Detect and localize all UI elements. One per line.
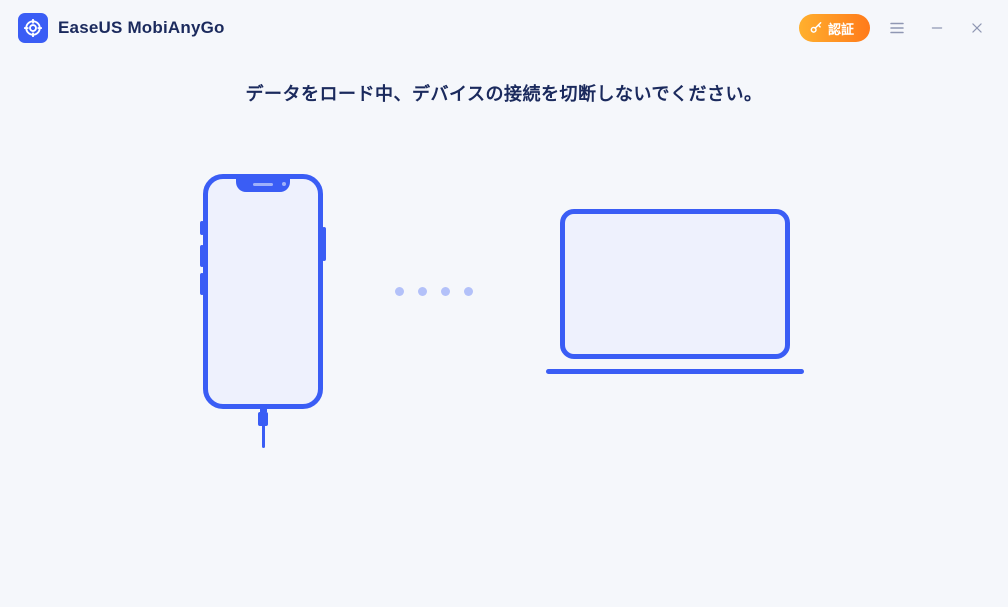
- brand: EaseUS MobiAnyGo: [18, 13, 225, 43]
- key-icon: [809, 21, 823, 35]
- phone-illustration: [203, 174, 323, 409]
- loading-dot: [441, 287, 450, 296]
- close-icon: [970, 21, 984, 35]
- hamburger-icon: [888, 19, 906, 37]
- loading-illustration: [24, 174, 984, 409]
- menu-button[interactable]: [884, 15, 910, 41]
- minimize-icon: [930, 21, 944, 35]
- cable-icon: [258, 404, 268, 448]
- titlebar: EaseUS MobiAnyGo 認証: [0, 0, 1008, 56]
- verify-button-label: 認証: [828, 19, 854, 38]
- app-logo-icon: [18, 13, 48, 43]
- laptop-illustration: [545, 209, 805, 374]
- main-content: データをロード中、デバイスの接続を切断しないでください。: [0, 56, 1008, 409]
- app-title: EaseUS MobiAnyGo: [58, 18, 225, 38]
- status-message: データをロード中、デバイスの接続を切断しないでください。: [24, 80, 984, 106]
- loading-dot: [395, 287, 404, 296]
- loading-dots: [395, 287, 473, 296]
- minimize-button[interactable]: [924, 15, 950, 41]
- titlebar-actions: 認証: [799, 14, 990, 42]
- verify-button[interactable]: 認証: [799, 14, 870, 42]
- loading-dot: [464, 287, 473, 296]
- close-button[interactable]: [964, 15, 990, 41]
- loading-dot: [418, 287, 427, 296]
